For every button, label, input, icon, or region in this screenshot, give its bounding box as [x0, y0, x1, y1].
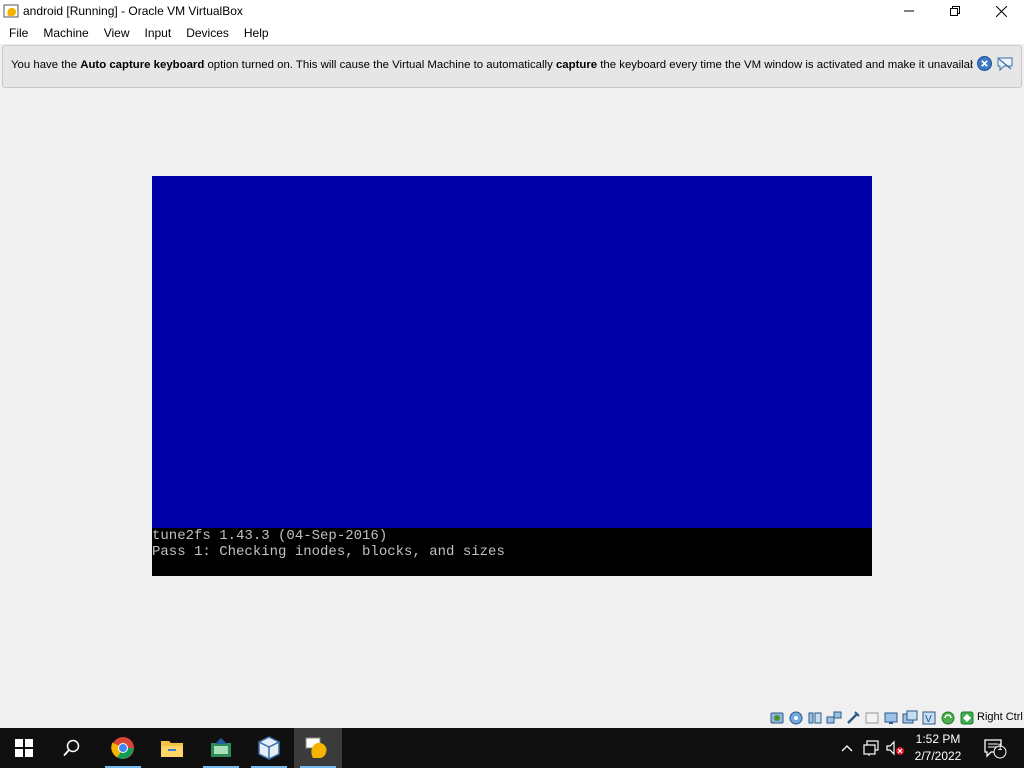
optical-drive-icon[interactable] — [787, 710, 805, 726]
menu-help[interactable]: Help — [237, 26, 276, 40]
keyboard-capture-icon[interactable] — [958, 710, 976, 726]
restore-button[interactable] — [932, 0, 978, 22]
virtualbox-window-icon — [3, 3, 19, 19]
chevron-up-icon — [841, 745, 853, 752]
notification-text-3: the keyboard every time the VM window is… — [597, 59, 973, 71]
notification-count-badge: 1 — [997, 742, 1003, 752]
network-tray-button[interactable] — [860, 728, 882, 768]
notification-text-1: You have the — [11, 59, 81, 71]
windows-taskbar: 1:52 PM 2/7/2022 1 — [0, 728, 1024, 768]
virtualbox-vm-taskbar-button[interactable] — [294, 728, 342, 768]
menu-devices[interactable]: Devices — [179, 26, 236, 40]
menu-input[interactable]: Input — [138, 26, 179, 40]
notification-bold-2: capture — [555, 59, 598, 71]
vm-blue-screen — [152, 176, 872, 528]
host-key-label: Right Ctrl — [977, 711, 1023, 723]
network-icon[interactable] — [825, 710, 843, 726]
mouse-integration-icon[interactable]: V — [920, 710, 938, 726]
menu-bar: File Machine View Input Devices Help — [0, 22, 1024, 44]
taskbar-clock[interactable]: 1:52 PM 2/7/2022 — [908, 731, 968, 765]
vm-console-output: tune2fs 1.43.3 (04-Sep-2016) Pass 1: Che… — [152, 528, 872, 576]
shared-folders-icon[interactable] — [863, 710, 881, 726]
cpu-icon[interactable] — [939, 710, 957, 726]
svg-text:V: V — [925, 714, 932, 725]
network-wired-icon — [863, 740, 879, 756]
virtualbox-cube-icon — [258, 736, 280, 760]
video-capture-icon[interactable] — [901, 710, 919, 726]
hard-disk-icon[interactable] — [768, 710, 786, 726]
virtualbox-taskbar-button[interactable] — [245, 728, 293, 768]
windows-logo-icon — [15, 739, 33, 757]
close-circle-icon — [977, 56, 992, 71]
virtualbox-vm-icon — [305, 737, 327, 758]
notification-bold-1: Auto capture keyboard — [80, 59, 205, 71]
speech-bubble-mute-icon — [997, 57, 1013, 72]
volume-tray-button[interactable] — [884, 728, 906, 768]
usb-icon[interactable] — [844, 710, 862, 726]
notification-suppress-button[interactable] — [996, 56, 1014, 72]
search-button[interactable] — [48, 728, 96, 768]
notification-close-button[interactable] — [977, 56, 992, 71]
menu-file[interactable]: File — [2, 26, 35, 40]
restore-icon — [950, 6, 960, 16]
window-title-bar[interactable]: android [Running] - Oracle VM VirtualBox — [0, 0, 1024, 22]
speaker-muted-icon — [886, 740, 904, 756]
file-explorer-taskbar-button[interactable] — [148, 728, 196, 768]
search-icon — [63, 739, 80, 757]
menu-view[interactable]: View — [97, 26, 137, 40]
notification-message: You have the Auto capture keyboard optio… — [11, 59, 973, 71]
close-icon — [995, 5, 1007, 17]
audio-icon[interactable] — [806, 710, 824, 726]
console-line: tune2fs 1.43.3 (04-Sep-2016) — [152, 528, 388, 544]
notification-text-2: option turned on. This will cause the Vi… — [204, 59, 556, 71]
console-line: Pass 1: Checking inodes, blocks, and siz… — [152, 544, 505, 560]
auto-capture-notification: You have the Auto capture keyboard optio… — [2, 45, 1022, 88]
menu-machine[interactable]: Machine — [36, 26, 95, 40]
action-center-button[interactable]: 1 — [980, 728, 1010, 768]
start-button[interactable] — [0, 728, 48, 768]
window-title: android [Running] - Oracle VM VirtualBox — [23, 4, 243, 18]
clock-time: 1:52 PM — [915, 732, 961, 746]
display-icon[interactable] — [882, 710, 900, 726]
clock-date: 2/7/2022 — [914, 749, 962, 763]
chrome-taskbar-button[interactable] — [99, 728, 147, 768]
app-icon — [211, 738, 231, 757]
minimize-icon — [904, 10, 914, 12]
show-hidden-icons-button[interactable] — [838, 728, 856, 768]
close-button[interactable] — [978, 0, 1024, 22]
chrome-icon — [111, 737, 134, 759]
app-taskbar-button[interactable] — [197, 728, 245, 768]
minimize-button[interactable] — [886, 0, 932, 22]
vm-status-bar: V Right Ctrl — [0, 708, 1024, 728]
folder-icon — [161, 741, 183, 757]
vm-display[interactable]: tune2fs 1.43.3 (04-Sep-2016) Pass 1: Che… — [152, 176, 872, 576]
